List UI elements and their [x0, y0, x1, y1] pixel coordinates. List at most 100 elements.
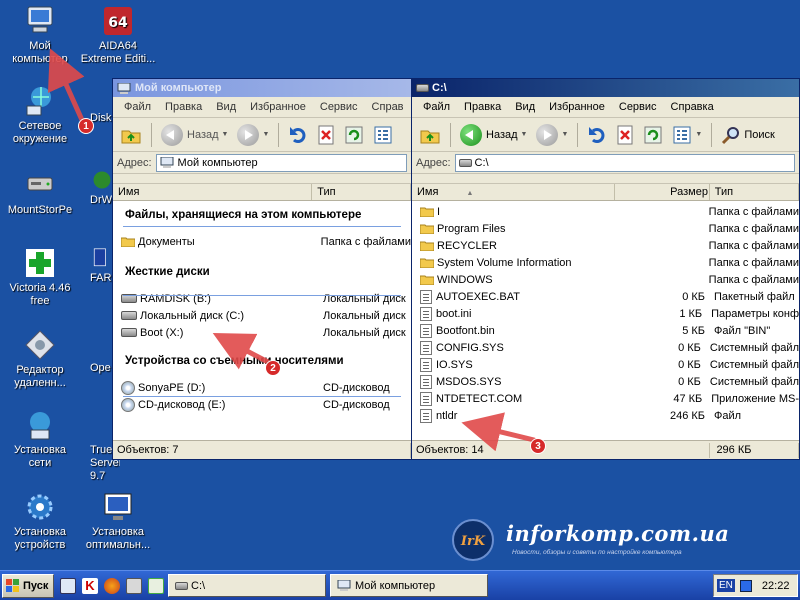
list-item[interactable]: Локальный диск (C:) Локальный диск — [113, 307, 411, 324]
desktop-icon-network-setup[interactable]: Установка сети — [2, 408, 78, 470]
forward-button[interactable]: ▼ — [234, 121, 272, 149]
views-button[interactable]: ▼ — [669, 121, 705, 149]
refresh-button[interactable] — [640, 121, 666, 149]
back-label: Назад — [187, 128, 219, 141]
file-name: System Volume Information — [437, 256, 572, 269]
desktop-icon-far[interactable]: FAR — [90, 246, 114, 285]
file-size: 5 КБ — [682, 324, 705, 337]
refresh-button[interactable] — [341, 121, 367, 149]
file-row[interactable]: boot.ini 1 КБ Параметры конф — [412, 305, 799, 322]
language-indicator[interactable]: EN — [717, 579, 735, 592]
my-computer-icon — [160, 156, 174, 168]
desktop-icon-label: Установка устройств — [14, 526, 66, 551]
folder-icon — [420, 207, 434, 217]
back-button[interactable]: Назад ▼ — [457, 121, 530, 149]
file-row[interactable]: AUTOEXEC.BAT 0 КБ Пакетный файл — [412, 288, 799, 305]
menu-view[interactable]: Вид — [209, 101, 243, 113]
firefox-icon[interactable] — [104, 577, 120, 594]
desktop-icon-optimal-setup[interactable]: Установка оптимальн... — [80, 490, 156, 552]
column-header-type[interactable]: Тип — [710, 184, 799, 200]
start-button[interactable]: Пуск — [2, 573, 54, 598]
menu-view[interactable]: Вид — [508, 101, 542, 113]
column-header-name[interactable]: Имя ▲ — [412, 184, 616, 200]
refresh-icon — [644, 126, 662, 143]
desktop-icon-network[interactable]: Сетевое окружение — [2, 84, 78, 146]
column-header-name-label: Имя — [417, 186, 439, 198]
column-header-name[interactable]: Имя — [113, 184, 313, 200]
list-item[interactable]: CD-дисковод (E:) CD-дисковод — [113, 396, 411, 413]
menu-file[interactable]: Файл — [416, 101, 457, 113]
menu-tools[interactable]: Сервис — [612, 101, 664, 113]
file-row[interactable]: CONFIG.SYS 0 КБ Системный файл — [412, 339, 799, 356]
back-button[interactable]: Назад ▼ — [158, 121, 231, 149]
file-icon — [420, 289, 432, 304]
desktop-icon-my-computer[interactable]: Мой компьютер — [2, 4, 78, 66]
file-type: Папка с файлами — [708, 222, 799, 235]
desktop-icon-aida64[interactable]: 64 AIDA64 Extreme Editi... — [80, 4, 156, 66]
column-header-size[interactable]: Размер — [615, 184, 710, 200]
file-row[interactable]: ntldr 246 КБ Файл — [412, 407, 799, 424]
delete-button[interactable] — [314, 121, 338, 149]
menu-favorites[interactable]: Избранное — [243, 101, 313, 113]
folder-icon — [420, 275, 434, 285]
up-folder-button[interactable] — [117, 121, 145, 149]
file-name: NTDETECT.COM — [436, 392, 523, 405]
address-bar: Адрес: Мой компьютер — [113, 152, 411, 174]
dropdown-arrow-icon: ▼ — [520, 131, 528, 138]
undo-button[interactable] — [584, 121, 610, 149]
menu-tools[interactable]: Сервис — [313, 101, 365, 113]
device-setup-icon — [27, 494, 53, 520]
file-row[interactable]: NTDETECT.COM 47 КБ Приложение MS- — [412, 390, 799, 407]
desktop-icon-label: Мой компьютер — [12, 40, 68, 65]
file-row[interactable]: Program Files Папка с файлами — [412, 220, 799, 237]
windows-logo-icon — [6, 578, 19, 592]
menu-edit[interactable]: Правка — [158, 101, 209, 113]
menu-file[interactable]: Файл — [117, 101, 158, 113]
views-icon — [673, 126, 691, 143]
desktop-icon-remote-editor[interactable]: Редактор удаленн... — [2, 328, 78, 390]
file-row[interactable]: WINDOWS Папка с файлами — [412, 271, 799, 288]
desktop-icon-ope[interactable]: Ope — [90, 362, 114, 375]
list-item[interactable]: RAMDISK (B:) Локальный диск — [113, 290, 411, 307]
tray-app-icon[interactable] — [739, 579, 752, 592]
address-input[interactable]: Мой компьютер — [155, 153, 407, 172]
views-button[interactable] — [370, 121, 396, 149]
window-titlebar[interactable]: C:\ — [412, 79, 799, 97]
desktop-icon-victoria[interactable]: Victoria 4.46 free — [2, 246, 78, 308]
file-row[interactable]: Bootfont.bin 5 КБ Файл "BIN" — [412, 322, 799, 339]
address-input[interactable]: C:\ — [454, 153, 795, 172]
search-button[interactable]: Поиск — [718, 121, 777, 149]
forward-button[interactable]: ▼ — [533, 121, 571, 149]
forward-arrow-icon — [536, 123, 559, 146]
file-row[interactable]: I Папка с файлами — [412, 203, 799, 220]
item-name: Boot (X:) — [140, 326, 184, 339]
kaspersky-icon[interactable]: K — [82, 577, 98, 594]
menu-help[interactable]: Справка — [664, 101, 721, 113]
menu-edit[interactable]: Правка — [457, 101, 508, 113]
show-desktop-icon[interactable] — [60, 577, 76, 594]
undo-button[interactable] — [285, 121, 311, 149]
file-row[interactable]: MSDOS.SYS 0 КБ Системный файл — [412, 373, 799, 390]
window-titlebar[interactable]: Мой компьютер — [113, 79, 411, 97]
list-item[interactable]: SonyaPE (D:) CD-дисковод — [113, 379, 411, 396]
up-folder-button[interactable] — [416, 121, 444, 149]
desktop-icon-device-setup[interactable]: Установка устройств — [2, 490, 78, 552]
menu-favorites[interactable]: Избранное — [542, 101, 612, 113]
file-row[interactable]: System Volume Information Папка с файлами — [412, 254, 799, 271]
desktop-icon-drw[interactable]: DrW — [90, 168, 114, 207]
file-row[interactable]: RECYCLER Папка с файлами — [412, 237, 799, 254]
list-item[interactable]: Boot (X:) Локальный диск — [113, 324, 411, 341]
delete-button[interactable] — [613, 121, 637, 149]
taskbar-button-my-computer[interactable]: Мой компьютер — [330, 574, 488, 597]
item-type: Папка с файлами — [320, 235, 411, 248]
list-item[interactable]: Документы Папка с файлами — [113, 233, 411, 250]
desktop-icon-label: AIDA64 Extreme Editi... — [80, 40, 156, 65]
install-icon[interactable] — [148, 577, 164, 594]
taskbar-button-drive-c[interactable]: C:\ — [168, 574, 326, 597]
search-icon — [722, 126, 740, 144]
desktop-icon-mountstorpe[interactable]: MountStorPe — [2, 168, 78, 217]
column-header-type[interactable]: Тип — [312, 184, 411, 200]
menu-help[interactable]: Справ — [365, 101, 411, 113]
file-row[interactable]: IO.SYS 0 КБ Системный файл — [412, 356, 799, 373]
tools-icon[interactable] — [126, 577, 142, 594]
